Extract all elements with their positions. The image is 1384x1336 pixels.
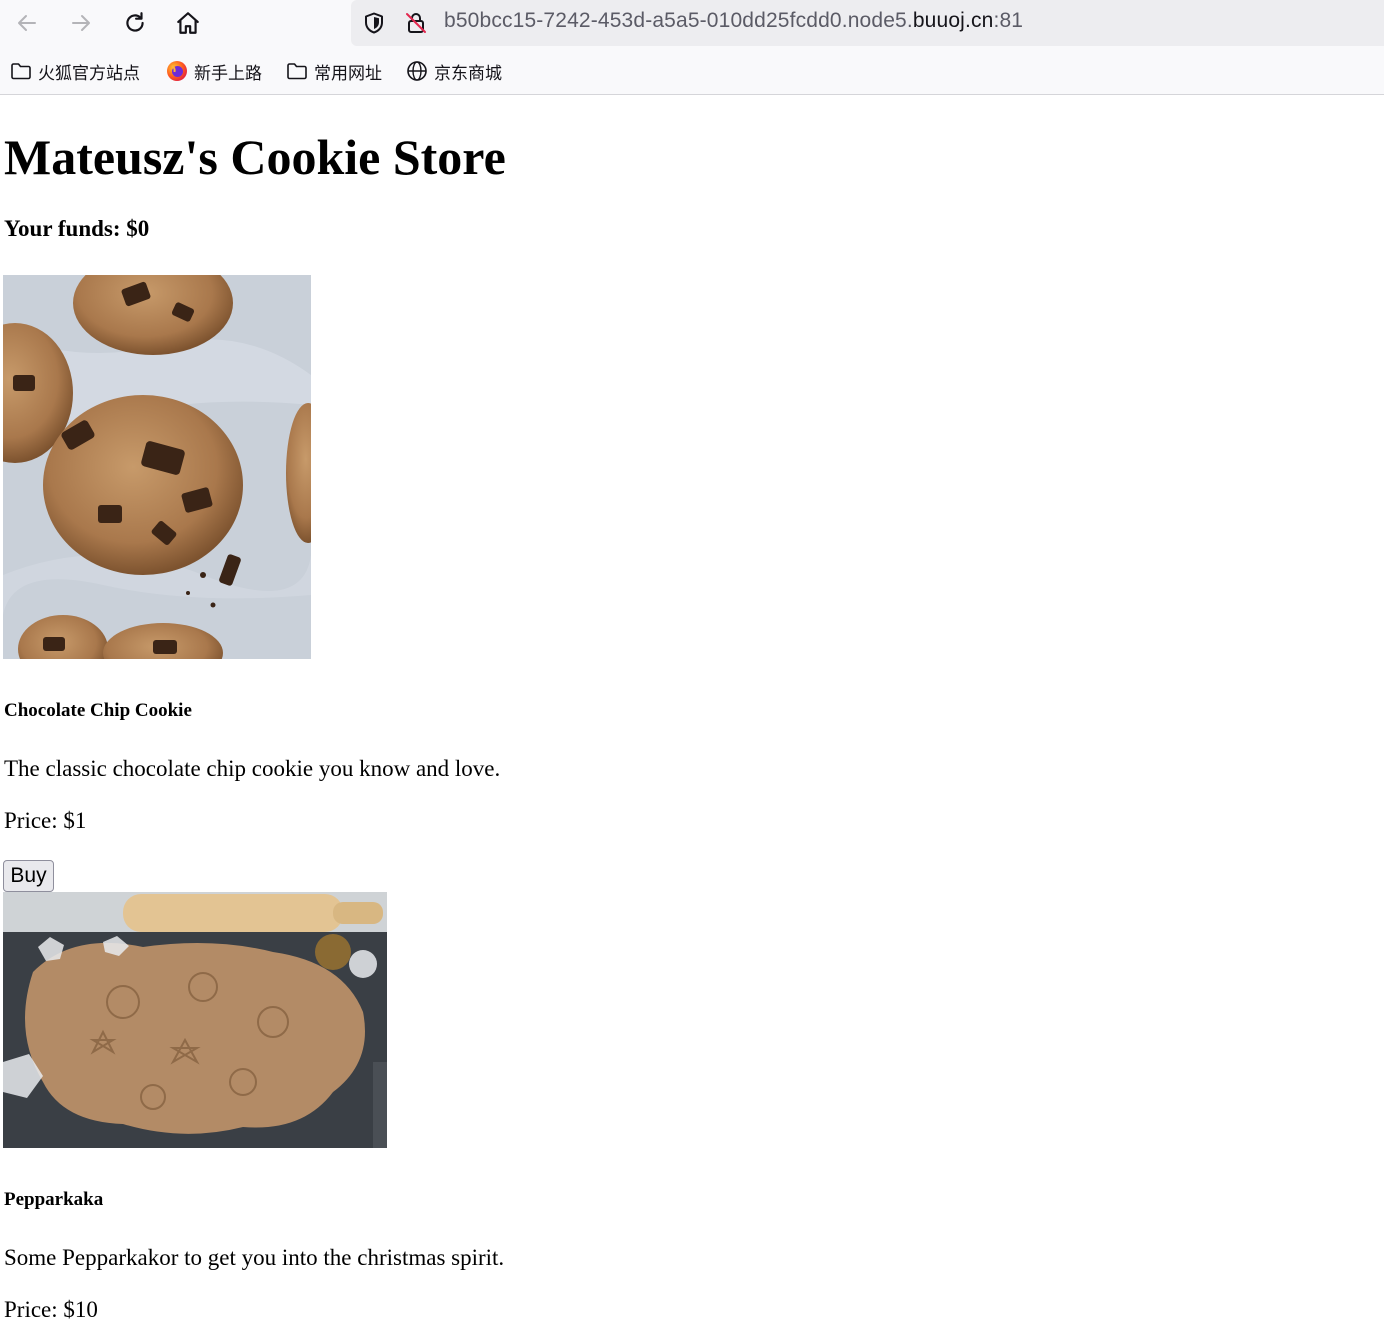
- bookmark-label: 火狐官方站点: [38, 63, 140, 84]
- pepparkaka-image: [3, 892, 387, 1148]
- product-description: The classic chocolate chip cookie you kn…: [4, 756, 501, 781]
- url-port: :81: [993, 9, 1024, 32]
- page-content: Mateusz's Cookie Store Your funds: $0 Ch…: [0, 95, 1384, 1336]
- product-price: Price: $10: [4, 1297, 98, 1322]
- url-prefix: b50bcc15-7242-453d-a5a5-010dd25fcdd0.nod…: [444, 9, 913, 32]
- product-name: Pepparkaka: [4, 1189, 104, 1210]
- forward-button[interactable]: [63, 5, 99, 41]
- chocolate-chip-cookie-image: [3, 275, 311, 659]
- product-description: Some Pepparkakor to get you into the chr…: [4, 1245, 505, 1270]
- reload-button[interactable]: [117, 5, 153, 41]
- page-title: Mateusz's Cookie Store: [4, 129, 506, 185]
- url-domain: buuoj.cn: [912, 9, 994, 32]
- bookmark-label: 京东商城: [434, 63, 502, 84]
- bookmark-getting-started[interactable]: 新手上路: [166, 60, 262, 84]
- insecure-lock-icon[interactable]: [403, 10, 429, 36]
- buy-button[interactable]: Buy: [3, 860, 54, 892]
- bookmarks-toolbar: 火狐官方站点 新手上路 常用网址 京东商城: [0, 46, 1384, 95]
- shield-icon[interactable]: [361, 10, 387, 36]
- folder-icon: [286, 60, 310, 82]
- reload-icon: [126, 12, 144, 32]
- bookmark-jd-mall[interactable]: 京东商城: [406, 60, 502, 84]
- url-text: b50bcc15-7242-453d-a5a5-010dd25fcdd0.nod…: [444, 9, 1023, 33]
- bookmark-label: 常用网址: [314, 63, 382, 84]
- bookmark-common-sites[interactable]: 常用网址: [286, 60, 382, 84]
- url-bar[interactable]: b50bcc15-7242-453d-a5a5-010dd25fcdd0.nod…: [351, 0, 1384, 46]
- home-icon: [177, 12, 199, 34]
- funds-label: Your funds: $0: [4, 216, 150, 241]
- arrow-left-icon: [18, 15, 36, 31]
- firefox-icon: [166, 60, 190, 82]
- folder-icon: [10, 60, 34, 82]
- globe-icon: [406, 60, 430, 82]
- arrow-right-icon: [72, 15, 90, 31]
- product-name: Chocolate Chip Cookie: [4, 700, 192, 721]
- product-price: Price: $1: [4, 808, 87, 833]
- back-button[interactable]: [9, 5, 45, 41]
- home-button[interactable]: [170, 5, 206, 41]
- browser-toolbar: b50bcc15-7242-453d-a5a5-010dd25fcdd0.nod…: [0, 0, 1384, 46]
- bookmark-firefox-site[interactable]: 火狐官方站点: [10, 60, 140, 84]
- bookmark-label: 新手上路: [194, 63, 262, 84]
